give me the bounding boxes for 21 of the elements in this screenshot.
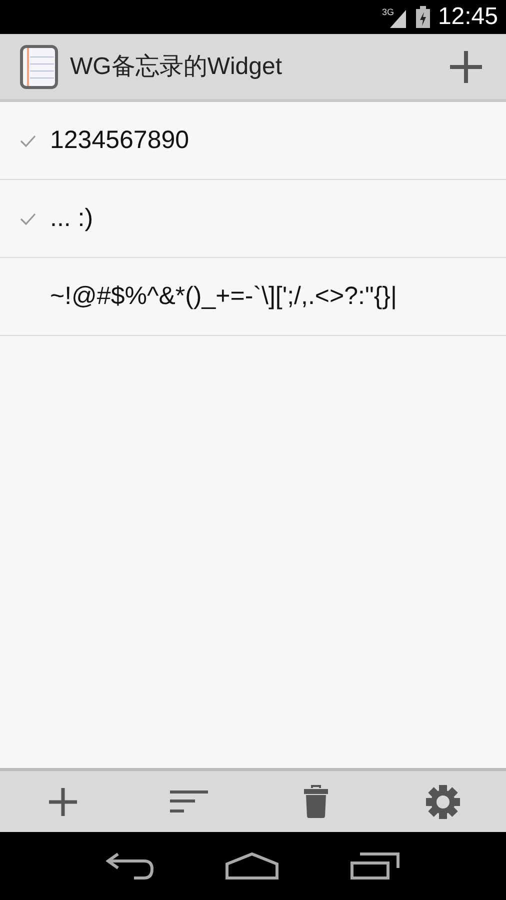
battery-icon [416,6,430,28]
note-item[interactable]: ... :) [0,180,506,258]
recent-apps-icon [350,852,400,880]
clock: 12:45 [438,5,498,29]
app-title: WG备忘录的Widget [70,52,284,82]
back-icon [106,852,154,880]
sort-icon [170,790,210,814]
note-text: ~!@#$%^&*()_+=-`\][';/,.<>?:"{}| [50,280,398,312]
note-item[interactable]: ~!@#$%^&*()_+=-`\][';/,.<>?:"{}| [0,258,506,336]
back-button[interactable] [106,852,154,880]
note-text: ... :) [50,202,94,234]
plus-icon [448,48,484,84]
note-text: 1234567890 [50,124,190,156]
settings-icon [426,784,460,818]
trash-icon [304,784,328,818]
note-item[interactable]: 1234567890 [0,102,506,180]
recent-apps-button[interactable] [350,852,400,880]
plus-icon [47,786,80,818]
home-button[interactable] [224,852,279,880]
home-icon [224,852,279,880]
notebook-icon [20,44,58,88]
